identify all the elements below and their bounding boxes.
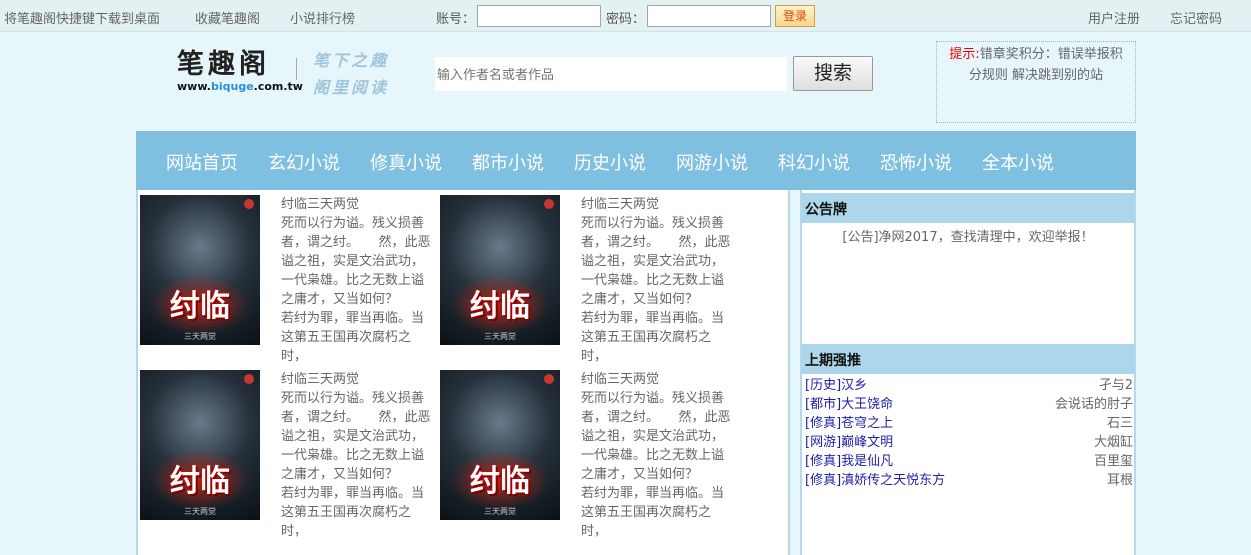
- tip-prefix: 提示:: [949, 47, 980, 62]
- book-cover[interactable]: 纣临 三天两觉: [440, 195, 560, 345]
- featured-books-panel: 纣临 三天两觉 纣临三天两觉 死而以行为谥。残义损善者，谓之纣。 然，此恶谥之祖…: [136, 190, 790, 555]
- book-description: 死而以行为谥。残义损善者，谓之纣。 然，此恶谥之祖，实是文治武功，一代枭雄。比之…: [581, 391, 731, 539]
- nav-kehuan[interactable]: 科幻小说: [778, 149, 850, 175]
- book-description: 死而以行为谥。残义损善者，谓之纣。 然，此恶谥之祖，实是文治武功，一代枭雄。比之…: [281, 216, 431, 364]
- nav-quanben[interactable]: 全本小说: [982, 149, 1054, 175]
- book-item: 纣临 三天两觉 纣临三天两觉 死而以行为谥。残义损善者，谓之纣。 然，此恶谥之祖…: [140, 370, 440, 545]
- recommend-title[interactable]: [修真]我是仙凡: [805, 452, 893, 471]
- site-url-brand: biquge: [210, 80, 254, 93]
- nav-dushi[interactable]: 都市小说: [472, 149, 544, 175]
- recommend-title[interactable]: [都市]大王饶命: [805, 395, 893, 414]
- site-url: www.biquge.com.tw: [177, 80, 303, 93]
- cover-seal: [244, 374, 254, 384]
- notice-board-text[interactable]: [公告]净网2017，查找清理中，欢迎举报！: [802, 226, 1134, 245]
- recommend-author: 石三: [1106, 416, 1133, 431]
- recommend-author: 会说话的肘子: [1054, 397, 1133, 412]
- logo-divider: [296, 58, 297, 80]
- account-input[interactable]: [477, 5, 601, 27]
- recommend-author: 耳根: [1106, 473, 1133, 488]
- register-link[interactable]: 用户注册: [1088, 8, 1140, 27]
- sidebar: 公告牌 [公告]净网2017，查找清理中，欢迎举报！ 上期强推 [历史]汉乡 孑…: [800, 190, 1136, 555]
- book-info: 纣临三天两觉 死而以行为谥。残义损善者，谓之纣。 然，此恶谥之祖，实是文治武功，…: [281, 195, 436, 367]
- nav-xuanhuan[interactable]: 玄幻小说: [268, 149, 340, 175]
- book-title[interactable]: 纣临三天两觉: [581, 370, 736, 389]
- main-nav: 网站首页 玄幻小说 修真小说 都市小说 历史小说 网游小说 科幻小说 恐怖小说 …: [136, 131, 1136, 190]
- site-url-suffix: .com.tw: [253, 80, 303, 93]
- password-input[interactable]: [647, 5, 771, 27]
- book-title[interactable]: 纣临三天两觉: [581, 195, 736, 214]
- book-info: 纣临三天两觉 死而以行为谥。残义损善者，谓之纣。 然，此恶谥之祖，实是文治武功，…: [581, 370, 736, 542]
- book-cover[interactable]: 纣临 三天两觉: [440, 370, 560, 520]
- recommend-heading: 上期强推: [802, 344, 1134, 374]
- slogan-line1: 笔下之趣: [313, 51, 390, 70]
- recommend-title[interactable]: [修真]滇娇传之天悦东方: [805, 471, 945, 490]
- nav-xiuzhen[interactable]: 修真小说: [370, 149, 442, 175]
- book-item: 纣临 三天两觉 纣临三天两觉 死而以行为谥。残义损善者，谓之纣。 然，此恶谥之祖…: [140, 195, 440, 370]
- cover-seal: [544, 199, 554, 209]
- recommend-title[interactable]: [历史]汉乡: [805, 376, 867, 395]
- book-title[interactable]: 纣临三天两觉: [281, 370, 436, 389]
- top-bar: 将笔趣阁快捷键下载到桌面 收藏笔趣阁 小说排行榜 账号： 密码： 登录 用户注册…: [0, 0, 1251, 32]
- book-item: 纣临 三天两觉 纣临三天两觉 死而以行为谥。残义损善者，谓之纣。 然，此恶谥之祖…: [440, 370, 740, 545]
- notice-board-heading: 公告牌: [802, 193, 1134, 223]
- recommend-row: [修真]苍穹之上 石三: [805, 414, 1133, 433]
- nav-wangyou[interactable]: 网游小说: [676, 149, 748, 175]
- cover-author: 三天两觉: [484, 332, 516, 341]
- nav-home[interactable]: 网站首页: [166, 149, 238, 175]
- cover-author: 三天两觉: [484, 507, 516, 516]
- book-info: 纣临三天两觉 死而以行为谥。残义损善者，谓之纣。 然，此恶谥之祖，实是文治武功，…: [581, 195, 736, 367]
- nav-kongbu[interactable]: 恐怖小说: [880, 149, 952, 175]
- recommend-author: 孑与2: [1098, 378, 1133, 393]
- book-description: 死而以行为谥。残义损善者，谓之纣。 然，此恶谥之祖，实是文治武功，一代枭雄。比之…: [281, 391, 431, 539]
- cover-title: 纣临: [470, 464, 530, 499]
- tip-box: 提示:错章奖积分：错误举报积分规则 解决跳到别的站: [936, 41, 1136, 123]
- recommend-title[interactable]: [网游]巅峰文明: [805, 433, 893, 452]
- book-info: 纣临三天两觉 死而以行为谥。残义损善者，谓之纣。 然，此恶谥之祖，实是文治武功，…: [281, 370, 436, 542]
- recommend-title[interactable]: [修真]苍穹之上: [805, 414, 893, 433]
- search-button[interactable]: 搜索: [793, 56, 873, 91]
- cover-author: 三天两觉: [184, 332, 216, 341]
- nav-lishi[interactable]: 历史小说: [574, 149, 646, 175]
- cover-seal: [244, 199, 254, 209]
- book-cover[interactable]: 纣临 三天两觉: [140, 370, 260, 520]
- download-shortcut-link[interactable]: 将笔趣阁快捷键下载到桌面: [4, 8, 160, 27]
- cover-title: 纣临: [170, 289, 230, 324]
- book-title[interactable]: 纣临三天两觉: [281, 195, 436, 214]
- book-cover[interactable]: 纣临 三天两觉: [140, 195, 260, 345]
- login-button[interactable]: 登录: [775, 5, 815, 27]
- recommend-author: 百里玺: [1093, 454, 1133, 469]
- book-description: 死而以行为谥。残义损善者，谓之纣。 然，此恶谥之祖，实是文治武功，一代枭雄。比之…: [581, 216, 731, 364]
- cover-title: 纣临: [470, 289, 530, 324]
- slogan-line2: 阁里阅读: [313, 78, 390, 97]
- recommend-author: 大烟缸: [1093, 435, 1133, 450]
- cover-title: 纣临: [170, 464, 230, 499]
- recommend-row: [修真]我是仙凡 百里玺: [805, 452, 1133, 471]
- search-input[interactable]: [435, 57, 787, 91]
- site-url-prefix: www.: [177, 80, 211, 93]
- recommend-row: [都市]大王饶命 会说话的肘子: [805, 395, 1133, 414]
- recommend-row: [修真]滇娇传之天悦东方 耳根: [805, 471, 1133, 490]
- site-logo[interactable]: 笔趣阁: [177, 42, 270, 81]
- bookmark-site-link[interactable]: 收藏笔趣阁: [195, 8, 260, 27]
- password-label: 密码：: [606, 12, 646, 27]
- forgot-password-link[interactable]: 忘记密码: [1170, 8, 1222, 27]
- cover-seal: [544, 374, 554, 384]
- ranking-link[interactable]: 小说排行榜: [290, 8, 355, 27]
- cover-author: 三天两觉: [184, 507, 216, 516]
- tip-text[interactable]: 错章奖积分：错误举报积分规则 解决跳到别的站: [969, 47, 1123, 83]
- recommend-row: [历史]汉乡 孑与2: [805, 376, 1133, 395]
- book-item: 纣临 三天两觉 纣临三天两觉 死而以行为谥。残义损善者，谓之纣。 然，此恶谥之祖…: [440, 195, 740, 370]
- account-label: 账号：: [436, 12, 476, 27]
- recommend-row: [网游]巅峰文明 大烟缸: [805, 433, 1133, 452]
